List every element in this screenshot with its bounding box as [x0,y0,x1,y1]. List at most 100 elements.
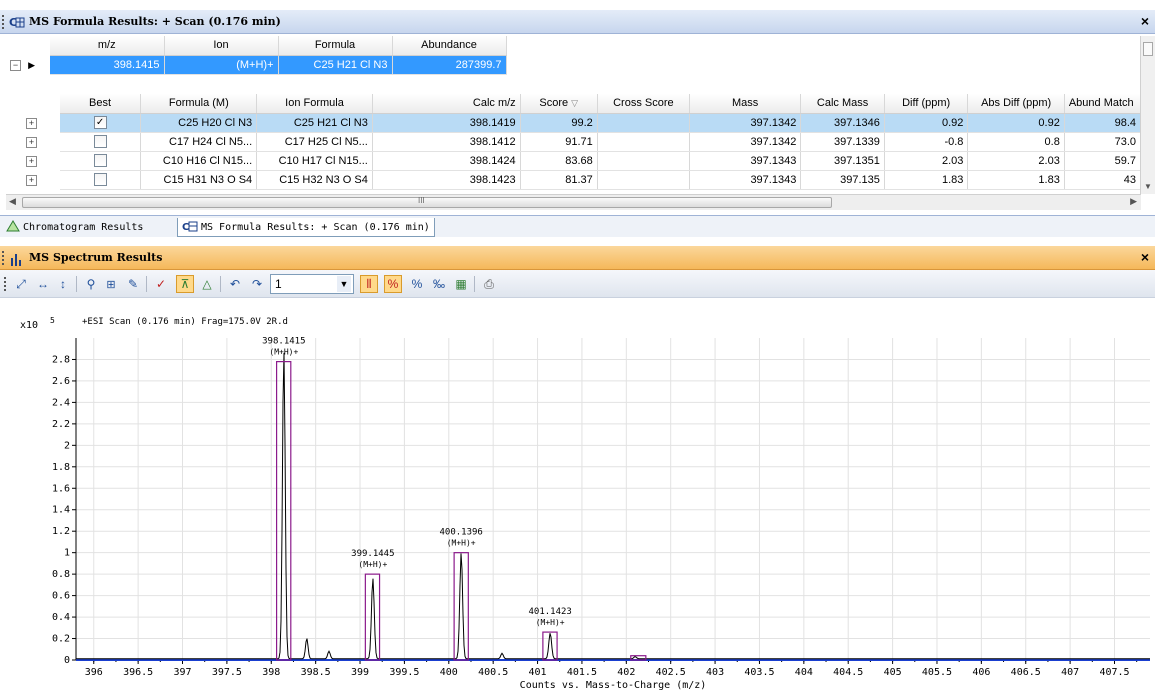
x-tick-label: 400 [440,667,458,678]
x-tick-label: 404 [795,667,813,678]
col-header-mass[interactable]: Mass [689,94,802,114]
grid-percent-icon[interactable]: ▦ [452,275,470,293]
cell-score: 83.68 [520,151,598,171]
tab-chromatogram-results[interactable]: Chromatogram Results [2,218,147,237]
col-header-abs-diff[interactable]: Abs Diff (ppm) [967,94,1065,114]
close-icon[interactable]: × [1141,249,1149,265]
col-header-abundance[interactable]: Abundance [392,36,507,56]
peak-mz-label: 399.1445 [351,549,394,559]
table-row[interactable]: + C17 H24 Cl N5... C17 H25 Cl N5... 398.… [6,132,1142,152]
cell-calc-mz: 398.1424 [372,151,521,171]
chevron-down-icon[interactable]: ▼ [337,276,351,292]
peak-ion-label: (M+H)+ [358,560,387,569]
best-checkbox-checked[interactable]: ✓ [93,116,107,129]
redo-icon[interactable]: ↷ [248,275,266,293]
tab-ms-formula-label: MS Formula Results: + Scan (0.176 min) [201,221,430,233]
cell-mass: 397.1343 [689,151,802,171]
peak-mode-icon[interactable]: △ [198,275,216,293]
expand-icon[interactable]: + [26,117,37,129]
col-header-abund-match[interactable]: Abund Match [1064,94,1142,114]
select-tool-icon[interactable]: ✓ [152,275,170,293]
table-row[interactable]: + C15 H31 N3 O S4 C15 H32 N3 O S4 398.14… [6,170,1142,190]
percent-icon[interactable]: % [408,275,426,293]
x-tick-label: 398 [262,667,280,678]
col-header-score[interactable]: Score ▽ [520,94,598,114]
y-tick-label: 1.4 [52,505,70,516]
zoom-level-select[interactable]: 1 ▼ [270,274,354,294]
col-header-mz[interactable]: m/z [50,36,165,56]
spectrum-mode-icon[interactable]: ⊼ [176,275,194,293]
table-row[interactable]: + C10 H16 Cl N15... C10 H17 Cl N15... 39… [6,151,1142,171]
expand-icon[interactable]: + [26,174,37,186]
x-tick-label: 399 [351,667,369,678]
cell-formula: C25 H21 Cl N3 [278,55,393,75]
percent-scale-icon[interactable]: % [384,275,402,293]
scroll-right-icon[interactable]: ▶ [1130,196,1137,207]
grip-handle[interactable] [2,250,6,265]
cell-abs-diff: 0.92 [967,113,1065,133]
undo-icon[interactable]: ↶ [226,275,244,293]
col-header-ion-formula[interactable]: Ion Formula [256,94,373,114]
y-scale-exponent: 5 [50,316,55,325]
ms-spectrum-chart[interactable]: x10 5 +ESI Scan (0.176 min) Frag=175.0V 2R… [0,300,1155,700]
cell-score: 91.71 [520,132,598,152]
compound-row[interactable]: − ▶ 398.1415 (M+H)+ C25 H21 Cl N3 287399… [6,55,507,75]
best-checkbox[interactable] [93,154,107,167]
autoscale-y-icon[interactable]: ↕ [54,275,72,293]
autoscale-icon[interactable]: ⤢ [12,275,30,293]
print-icon[interactable]: ⎙ [480,275,498,293]
x-tick-label: 401.5 [567,667,597,678]
formula-panel-title: MS Formula Results: + Scan (0.176 min) [29,15,281,28]
col-header-calc-mz[interactable]: Calc m/z [372,94,521,114]
compound-table: m/z Ion Formula Abundance − ▶ 398.1415 (… [6,36,507,75]
row-expander-cell: + [6,113,60,132]
expand-icon[interactable]: + [26,136,37,148]
col-header-cross-score[interactable]: Cross Score [597,94,690,114]
bar-view-icon[interactable]: ⫴ [360,275,378,293]
col-header-formula[interactable]: Formula [278,36,393,56]
horizontal-scrollbar[interactable]: ◀ III ▶ [6,194,1141,210]
best-checkbox[interactable] [93,173,107,186]
vertical-scroll-thumb[interactable] [1143,42,1153,56]
expand-icon[interactable]: + [26,155,37,167]
scroll-left-icon[interactable]: ◀ [9,196,16,207]
corner-cell [6,94,60,113]
col-header-best[interactable]: Best [59,94,142,114]
horizontal-scroll-thumb[interactable]: III [22,196,832,208]
col-header-formula-m[interactable]: Formula (M) [140,94,258,114]
zoom-fit-icon[interactable]: ⊞ [102,275,120,293]
cell-abs-diff: 2.03 [967,151,1065,171]
col-header-diff[interactable]: Diff (ppm) [884,94,969,114]
close-icon[interactable]: × [1141,13,1149,29]
cell-ion-formula: C10 H17 Cl N15... [256,151,373,171]
best-cell [59,132,142,152]
cell-cross-score [597,170,690,190]
percent-off-icon[interactable]: ‰ [430,275,448,293]
results-header-row: Best Formula (M) Ion Formula Calc m/z Sc… [6,94,1142,114]
vertical-scrollbar[interactable]: ▼ [1140,36,1155,194]
x-tick-label: 399.5 [389,667,419,678]
col-header-score-label: Score [539,97,569,110]
autoscale-x-icon[interactable]: ↔ [34,275,52,293]
table-row[interactable]: + ✓ C25 H20 Cl N3 C25 H21 Cl N3 398.1419… [6,113,1142,133]
collapse-icon[interactable]: − [10,59,21,71]
x-tick-label: 406 [972,667,990,678]
toolbar-grip[interactable] [4,277,8,291]
scroll-down-icon[interactable]: ▼ [1144,182,1152,191]
x-tick-label: 402 [617,667,635,678]
cell-abund-match: 73.0 [1064,132,1142,152]
col-header-ion[interactable]: Ion [164,36,279,56]
peak-ion-label: (M+H)+ [269,348,298,357]
formula-panel-titlebar: C MS Formula Results: + Scan (0.176 min)… [0,10,1155,34]
y-scale-label: x10 [20,320,38,331]
cell-formula-m: C17 H24 Cl N5... [140,132,258,152]
grip-handle[interactable] [2,14,6,29]
y-tick-label: 1.2 [52,526,70,537]
zoom-icon[interactable]: ⚲ [82,275,100,293]
col-header-calc-mass[interactable]: Calc Mass [800,94,885,114]
cell-ion-formula: C15 H32 N3 O S4 [256,170,373,190]
peak-label-icon[interactable]: ✎ [124,275,142,293]
best-checkbox[interactable] [93,135,107,148]
cell-ion-formula: C25 H21 Cl N3 [256,113,373,133]
tab-ms-formula-results[interactable]: C MS Formula Results: + Scan (0.176 min) [177,218,435,237]
